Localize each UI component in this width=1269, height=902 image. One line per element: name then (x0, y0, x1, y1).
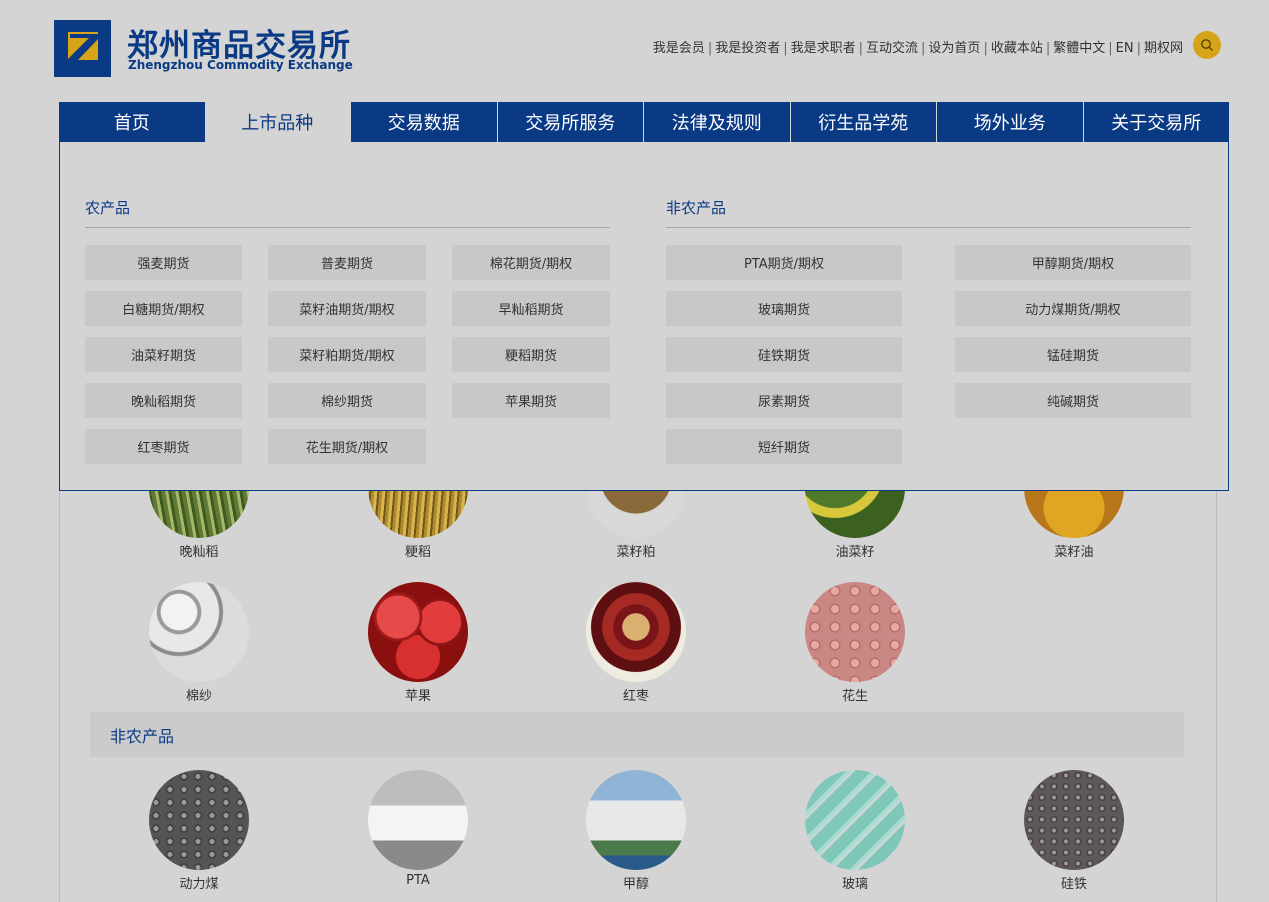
nav-home[interactable]: 首页 (59, 102, 205, 142)
nav-academy[interactable]: 衍生品学苑 (789, 102, 937, 142)
link-english[interactable]: EN (1116, 41, 1134, 56)
nav-rules[interactable]: 法律及规则 (643, 102, 790, 142)
dd-strong-wheat[interactable]: 强麦期货 (85, 245, 242, 280)
methanol-image (586, 770, 686, 870)
product-label: 苹果 (404, 689, 431, 704)
product-cotton-yarn[interactable]: 棉纱 (149, 582, 249, 704)
product-peanut[interactable]: 花生 (805, 582, 905, 704)
product-thermal-coal[interactable]: 动力煤 (149, 770, 249, 892)
dropdown-agri-column: 农产品 (85, 197, 610, 228)
dd-soda-ash[interactable]: 纯碱期货 (955, 383, 1191, 418)
product-ferrosilicon[interactable]: 硅铁 (1024, 770, 1124, 892)
pta-image (368, 770, 468, 870)
product-label: 红枣 (622, 689, 649, 704)
dd-peanut[interactable]: 花生期货/期权 (268, 429, 426, 464)
top-links: 我是会员 | 我是投资者 | 我是求职者 | 互动交流 | 设为首页 | 收藏本站 | 繁體中文 | EN |… (652, 41, 1183, 56)
dd-methanol[interactable]: 甲醇期货/期权 (955, 245, 1191, 280)
nav-about[interactable]: 关于交易所 (1082, 102, 1230, 142)
dd-rapeseed[interactable]: 油菜籽期货 (85, 337, 242, 372)
dd-thermal-coal[interactable]: 动力煤期货/期权 (955, 291, 1191, 326)
dd-pta[interactable]: PTA期货/期权 (666, 245, 902, 280)
dd-manganese-silicon[interactable]: 锰硅期货 (955, 337, 1191, 372)
product-apple[interactable]: 苹果 (368, 582, 468, 704)
peanut-image (805, 582, 905, 682)
dropdown-nonagri-column: 非农产品 (666, 197, 1191, 228)
product-pta[interactable]: PTA (368, 770, 468, 888)
product-label: 动力煤 (179, 877, 219, 892)
dd-early-rice[interactable]: 早籼稻期货 (452, 291, 610, 326)
product-label: 硅铁 (1060, 877, 1087, 892)
dd-staple-fiber[interactable]: 短纤期货 (666, 429, 902, 464)
product-label: 油菜籽 (835, 545, 875, 560)
section-title: 非农产品 (110, 726, 175, 746)
product-label: 菜籽油 (1054, 545, 1094, 560)
dropdown-agri-title: 农产品 (85, 197, 610, 228)
jujube-image (586, 582, 686, 682)
product-label: PTA (406, 873, 430, 888)
dd-rapeseed-meal[interactable]: 菜籽粕期货/期权 (268, 337, 426, 372)
search-button[interactable] (1193, 31, 1221, 59)
nav-products[interactable]: 上市品种 (204, 102, 350, 142)
link-investor[interactable]: 我是投资者 (715, 41, 780, 56)
dd-rapeseed-oil[interactable]: 菜籽油期货/期权 (268, 291, 426, 326)
product-label: 棉纱 (185, 689, 212, 704)
product-red-jujube[interactable]: 红枣 (586, 582, 686, 704)
dd-urea[interactable]: 尿素期货 (666, 383, 902, 418)
link-set-homepage[interactable]: 设为首页 (928, 41, 980, 56)
dd-japonica-rice[interactable]: 粳稻期货 (452, 337, 610, 372)
product-glass[interactable]: 玻璃 (805, 770, 905, 892)
dd-apple[interactable]: 苹果期货 (452, 383, 610, 418)
search-icon (1201, 39, 1213, 51)
dropdown-nonagri-title: 非农产品 (666, 197, 1191, 228)
nav-trading-data[interactable]: 交易数据 (350, 102, 497, 142)
apple-image (368, 582, 468, 682)
product-label: 晚籼稻 (179, 545, 219, 560)
product-methanol[interactable]: 甲醇 (586, 770, 686, 892)
main-nav: 首页 上市品种 交易数据 交易所服务 法律及规则 衍生品学苑 场外业务 关于交易… (59, 102, 1229, 142)
link-jobseeker[interactable]: 我是求职者 (791, 41, 856, 56)
product-label: 菜籽粕 (616, 545, 656, 560)
link-bookmark[interactable]: 收藏本站 (991, 41, 1043, 56)
products-dropdown: 农产品 非农产品 强麦期货 普麦期货 棉花期货/期权 白糖期货/期权 菜籽油期货… (59, 142, 1229, 491)
dd-sugar[interactable]: 白糖期货/期权 (85, 291, 242, 326)
cotton-yarn-image (149, 582, 249, 682)
nav-services[interactable]: 交易所服务 (496, 102, 644, 142)
product-label: 玻璃 (841, 877, 868, 892)
logo-english-name: Zhengzhou Commodity Exchange (128, 58, 353, 72)
glass-image (805, 770, 905, 870)
dd-glass[interactable]: 玻璃期货 (666, 291, 902, 326)
link-traditional-chinese[interactable]: 繁體中文 (1053, 41, 1105, 56)
ferrosilicon-image (1024, 770, 1124, 870)
product-label: 粳稻 (404, 545, 431, 560)
link-options-site[interactable]: 期权网 (1144, 41, 1183, 56)
product-label: 甲醇 (622, 877, 649, 892)
dd-late-rice[interactable]: 晚籼稻期货 (85, 383, 242, 418)
dd-jujube[interactable]: 红枣期货 (85, 429, 242, 464)
section-nonagri-header: 非农产品 (90, 712, 1184, 757)
link-interaction[interactable]: 互动交流 (866, 41, 918, 56)
dd-cotton-yarn[interactable]: 棉纱期货 (268, 383, 426, 418)
nav-otc[interactable]: 场外业务 (936, 102, 1083, 142)
link-member[interactable]: 我是会员 (653, 41, 705, 56)
logo-mark-icon (54, 20, 111, 77)
product-label: 花生 (841, 689, 868, 704)
logo[interactable]: 郑州商品交易所 Zhengzhou Commodity Exchange (54, 20, 354, 80)
dd-cotton[interactable]: 棉花期货/期权 (452, 245, 610, 280)
coal-image (149, 770, 249, 870)
dd-ferrosilicon[interactable]: 硅铁期货 (666, 337, 902, 372)
dd-common-wheat[interactable]: 普麦期货 (268, 245, 426, 280)
